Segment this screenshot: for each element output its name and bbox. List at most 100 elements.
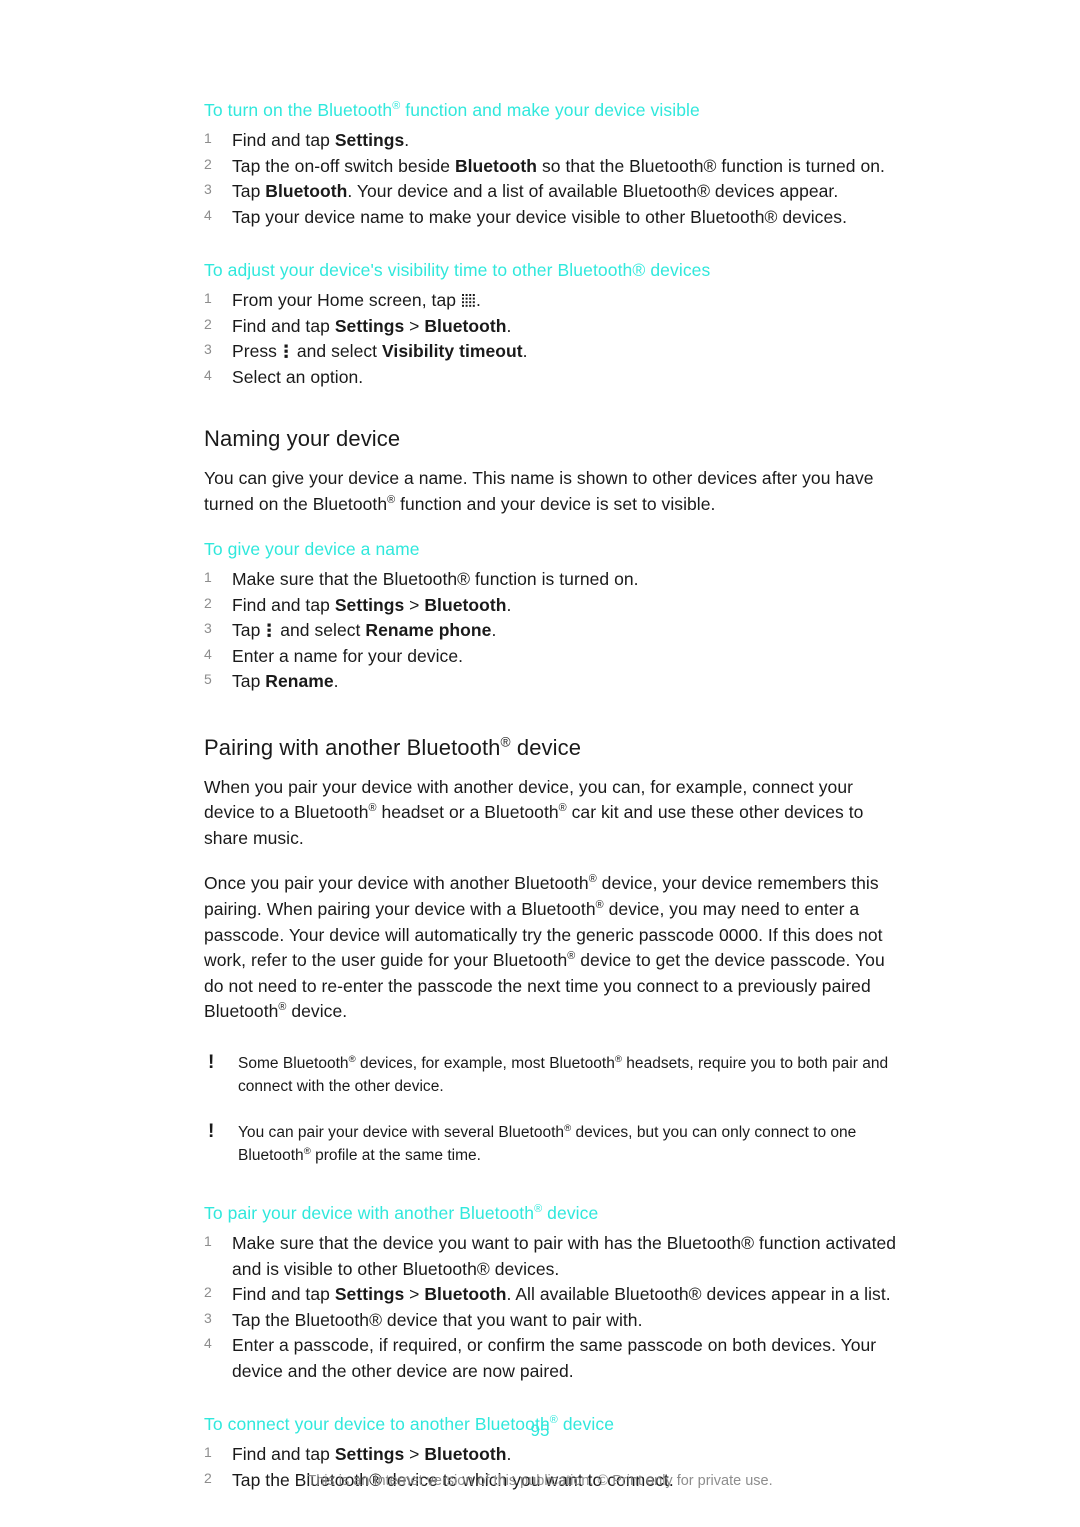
step-emphasis: Settings (334, 315, 405, 336)
step-text: Make sure that the device you want to pa… (232, 1233, 897, 1279)
exclamation-icon: ! (208, 1052, 215, 1074)
list-item: 1 From your Home screen, tap . (204, 288, 904, 314)
list-item: 3 Tap Bluetooth. Your device and a list … (204, 179, 904, 205)
step-text: Tap (232, 181, 266, 201)
note-block-1: ! Some Bluetooth® devices, for example, … (204, 1052, 904, 1098)
section-heading-pairing: Pairing with another Bluetooth® device (204, 733, 904, 763)
step-text: Tap (232, 620, 266, 641)
steps-visibility-time: 1 From your Home screen, tap . 2 Find an… (204, 288, 904, 390)
step-text: Find and tap (232, 594, 335, 615)
note-text-3: profile at the same time. (310, 1146, 482, 1164)
step-number: 1 (204, 130, 212, 146)
heading-text: Pairing with another Bluetooth (204, 734, 501, 760)
registered-mark: ® (387, 493, 396, 506)
paragraph-text: Once you pair your device with another B… (204, 873, 589, 894)
step-number: 4 (204, 366, 212, 383)
step-text-tail: . All available Bluetooth® devices appea… (506, 1284, 891, 1305)
step-text-mid: and select (275, 620, 366, 641)
registered-mark: ® (348, 1053, 356, 1065)
step-emphasis-2: Bluetooth (424, 1284, 507, 1305)
list-item: 2 Find and tap Settings > Bluetooth. (204, 314, 904, 340)
app-drawer-icon (461, 294, 475, 307)
step-number: 2 (204, 315, 212, 332)
list-item: 1 Find and tap Settings > Bluetooth. (204, 1442, 904, 1468)
list-item: 3 Tap and select Rename phone. (204, 618, 904, 644)
paragraph-text-5: device. (286, 1001, 348, 1022)
step-emphasis: Rename phone (365, 620, 492, 641)
step-emphasis: Bluetooth (265, 181, 348, 201)
step-text: Find and tap (232, 315, 335, 336)
list-item: 3 Tap the Bluetooth® device that you wan… (204, 1308, 904, 1334)
step-text: Enter a name for your device. (232, 645, 464, 666)
step-text: Tap the on-off switch beside (232, 155, 455, 176)
list-item: 2 Tap the on-off switch beside Bluetooth… (204, 154, 904, 180)
step-text: Find and tap (232, 1284, 335, 1305)
step-text-tail: . (506, 315, 512, 336)
step-text-tail: . (506, 594, 512, 615)
step-number: 3 (204, 181, 212, 197)
list-item: 2 Find and tap Settings > Bluetooth. (204, 593, 904, 619)
step-text-tail: . Your device and a list of available Bl… (347, 181, 839, 201)
heading-text: To pair your device with another Bluetoo… (204, 1203, 535, 1224)
heading-text-tail: function and make your device visible (400, 100, 700, 120)
step-text-tail: . (333, 671, 339, 692)
step-emphasis: Rename (265, 671, 334, 692)
list-item: 4 Enter a passcode, if required, or conf… (204, 1333, 904, 1384)
step-emphasis-2: Bluetooth (424, 594, 507, 615)
steps-give-name: 1 Make sure that the Bluetooth® function… (204, 567, 904, 695)
overflow-menu-icon (267, 623, 272, 638)
procedure-heading-give-name: To give your device a name (204, 539, 420, 560)
step-text: Select an option. (232, 366, 364, 387)
step-emphasis-2: Bluetooth (424, 315, 507, 336)
steps-pair-device: 1 Make sure that the device you want to … (204, 1231, 904, 1384)
step-text: Press (232, 341, 282, 361)
registered-mark: ® (500, 734, 511, 750)
heading-text-tail: device (510, 734, 582, 760)
step-emphasis: Settings (334, 1444, 405, 1465)
step-emphasis: Bluetooth (454, 155, 538, 176)
step-emphasis: Visibility timeout (382, 341, 523, 361)
overflow-menu-icon (284, 344, 289, 359)
step-number: 4 (204, 1335, 212, 1352)
list-item: 5 Tap Rename. (204, 669, 904, 695)
step-number: 4 (204, 645, 212, 662)
list-item: 4 Select an option. (204, 365, 904, 391)
step-number: 3 (204, 341, 212, 357)
registered-mark: ® (534, 1203, 543, 1216)
paragraph-text-tail: function and your device is set to visib… (395, 493, 716, 514)
step-text: Find and tap (232, 130, 335, 150)
note-block-2: ! You can pair your device with several … (204, 1121, 904, 1167)
footer-disclaimer: This is an Internet version of this publ… (307, 1473, 773, 1489)
section-heading-naming: Naming your device (204, 426, 401, 451)
registered-mark: ® (595, 899, 604, 912)
exclamation-icon: ! (208, 1121, 215, 1143)
step-number: 1 (204, 569, 212, 586)
registered-mark: ® (558, 802, 567, 815)
list-item: 1 Make sure that the device you want to … (204, 1231, 904, 1282)
heading-text-tail: device (542, 1203, 599, 1224)
paragraph-naming-intro: You can give your device a name. This na… (204, 466, 904, 517)
step-text-tail: . (522, 341, 528, 361)
list-item: 4 Enter a name for your device. (204, 644, 904, 670)
note-text: Some Bluetooth (238, 1055, 349, 1073)
step-text: Tap (232, 671, 266, 692)
step-emphasis: Settings (334, 594, 405, 615)
step-text-mid: and select (291, 341, 383, 361)
step-separator: > (404, 315, 425, 336)
paragraph-pairing-2: Once you pair your device with another B… (204, 871, 904, 1025)
step-text-tail: . (506, 1444, 512, 1465)
step-number: 4 (204, 206, 212, 223)
step-separator: > (404, 594, 425, 615)
step-emphasis: Settings (334, 130, 405, 150)
registered-mark: ® (588, 873, 597, 886)
registered-mark: ® (303, 1145, 311, 1157)
note-text: You can pair your device with several Bl… (238, 1124, 565, 1142)
step-text-tail: so that the Bluetooth® function is turne… (537, 155, 885, 176)
registered-mark: ® (368, 802, 377, 815)
step-text: Enter a passcode, if required, or confir… (232, 1335, 877, 1381)
list-item: 3 Press and select Visibility timeout. (204, 339, 904, 365)
list-item: 1 Find and tap Settings. (204, 128, 904, 154)
procedure-heading-visibility-time: To adjust your device's visibility time … (204, 260, 711, 280)
step-text-tail: . (475, 290, 481, 310)
page-number: 95 (530, 1421, 550, 1440)
